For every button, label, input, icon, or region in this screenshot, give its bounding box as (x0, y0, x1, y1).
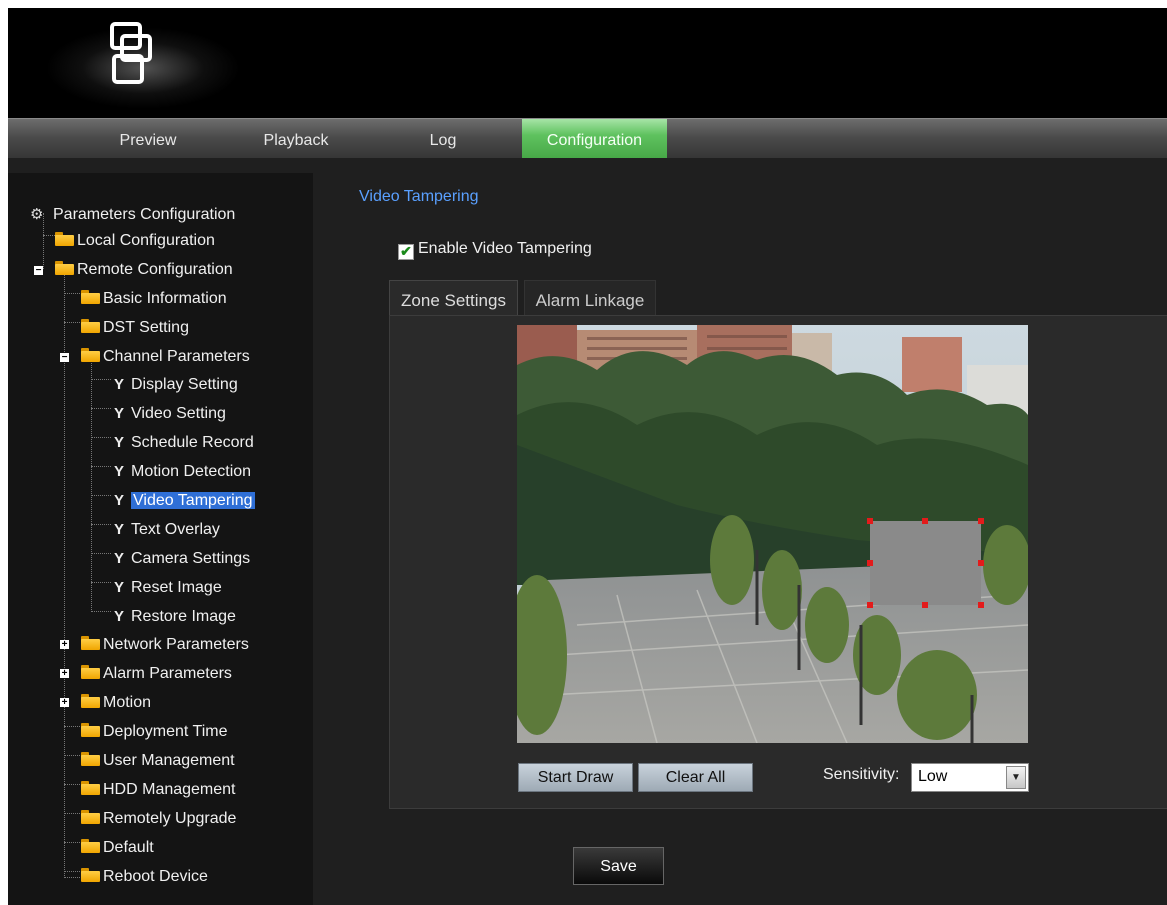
settings-icon: ⚙ (30, 206, 44, 223)
folder-icon (81, 723, 100, 737)
tab-zone-settings[interactable]: Zone Settings (389, 280, 518, 317)
clear-all-button[interactable]: Clear All (638, 763, 753, 792)
logo-icon (110, 22, 152, 84)
wrench-icon: Y (113, 463, 124, 480)
expand-icon[interactable]: + (60, 640, 69, 650)
app-window: Preview Playback Log Configuration − − +… (8, 8, 1167, 905)
folder-icon (81, 348, 100, 362)
page-title: Video Tampering (359, 188, 479, 205)
enable-video-tampering-checkbox[interactable]: ✔ (398, 243, 414, 260)
wrench-icon: Y (113, 608, 124, 625)
tree-item-video-setting[interactable]: Y Video Setting (112, 403, 226, 425)
tree-item-user-management[interactable]: User Management (81, 750, 235, 772)
top-nav: Preview Playback Log Configuration (8, 118, 1167, 159)
tree-item-reset-image[interactable]: Y Reset Image (112, 577, 222, 599)
tree-item-network-parameters[interactable]: Network Parameters (81, 634, 249, 656)
wrench-icon: Y (113, 405, 124, 422)
tree-item-reboot-device[interactable]: Reboot Device (81, 866, 208, 888)
tree-item-hdd-management[interactable]: HDD Management (81, 779, 236, 801)
expand-icon[interactable]: + (60, 669, 69, 679)
nav-configuration[interactable]: Configuration (522, 119, 667, 159)
folder-icon (81, 319, 100, 333)
tree-item-text-overlay[interactable]: Y Text Overlay (112, 519, 220, 541)
tree-item-dst-setting[interactable]: DST Setting (81, 317, 189, 339)
zone-handle[interactable] (867, 602, 873, 608)
tab-alarm-linkage[interactable]: Alarm Linkage (524, 280, 656, 317)
folder-icon (81, 290, 100, 304)
folder-icon (55, 261, 74, 275)
tree-item-default[interactable]: Default (81, 837, 154, 859)
collapse-icon[interactable]: − (60, 353, 69, 363)
tree-item-remote-configuration[interactable]: Remote Configuration (55, 259, 233, 281)
folder-icon (81, 694, 100, 708)
folder-icon (81, 839, 100, 853)
tree-item-motion-detection[interactable]: Y Motion Detection (112, 461, 251, 483)
folder-icon (81, 781, 100, 795)
wrench-icon: Y (113, 550, 124, 567)
nav-log[interactable]: Log (393, 119, 493, 159)
wrench-icon: Y (113, 434, 124, 451)
tree-item-video-tampering[interactable]: Y Video Tampering (112, 490, 255, 512)
zone-handle[interactable] (867, 560, 873, 566)
start-draw-button[interactable]: Start Draw (518, 763, 633, 792)
tree-item-motion[interactable]: Motion (81, 692, 151, 714)
enable-video-tampering-label: Enable Video Tampering (418, 240, 592, 257)
sidebar: − − + + + ⚙ Parameters Configuration Loca… (8, 173, 313, 905)
zone-handle[interactable] (922, 518, 928, 524)
folder-icon (81, 636, 100, 650)
sensitivity-select[interactable]: Low ▼ (911, 763, 1029, 792)
zone-handle[interactable] (978, 560, 984, 566)
tree-item-display-setting[interactable]: Y Display Setting (112, 374, 238, 396)
header (8, 8, 1167, 118)
collapse-icon[interactable]: − (34, 266, 43, 276)
expand-icon[interactable]: + (60, 698, 69, 708)
wrench-icon: Y (113, 492, 124, 509)
zone-handle[interactable] (978, 602, 984, 608)
folder-icon (81, 810, 100, 824)
zone-handle[interactable] (867, 518, 873, 524)
wrench-icon: Y (113, 521, 124, 538)
nav-playback[interactable]: Playback (246, 119, 346, 159)
sensitivity-label: Sensitivity: (823, 766, 900, 783)
tree-root[interactable]: ⚙ Parameters Configuration (30, 204, 235, 226)
tampering-zone[interactable] (870, 521, 981, 605)
tree-item-schedule-record[interactable]: Y Schedule Record (112, 432, 254, 454)
nav-preview[interactable]: Preview (98, 119, 198, 159)
tree-item-camera-settings[interactable]: Y Camera Settings (112, 548, 250, 570)
sensitivity-value: Low (918, 768, 948, 785)
wrench-icon: Y (113, 376, 124, 393)
config-tree: − − + + + ⚙ Parameters Configuration Loca… (8, 173, 313, 905)
tree-item-remotely-upgrade[interactable]: Remotely Upgrade (81, 808, 236, 830)
folder-icon (55, 232, 74, 246)
save-button[interactable]: Save (573, 847, 664, 885)
tree-item-local-configuration[interactable]: Local Configuration (55, 230, 215, 252)
dropdown-arrow-icon[interactable]: ▼ (1006, 766, 1026, 789)
wrench-icon: Y (113, 579, 124, 596)
tree-item-deployment-time[interactable]: Deployment Time (81, 721, 228, 743)
tree-item-restore-image[interactable]: Y Restore Image (112, 606, 236, 628)
folder-icon (81, 665, 100, 679)
zone-handle[interactable] (922, 602, 928, 608)
tree-item-alarm-parameters[interactable]: Alarm Parameters (81, 663, 232, 685)
tree-item-channel-parameters[interactable]: Channel Parameters (81, 346, 250, 368)
checkmark-icon: ✔ (400, 243, 412, 259)
zone-handle[interactable] (978, 518, 984, 524)
tree-item-basic-information[interactable]: Basic Information (81, 288, 227, 310)
folder-icon (81, 752, 100, 766)
folder-icon (81, 868, 100, 882)
